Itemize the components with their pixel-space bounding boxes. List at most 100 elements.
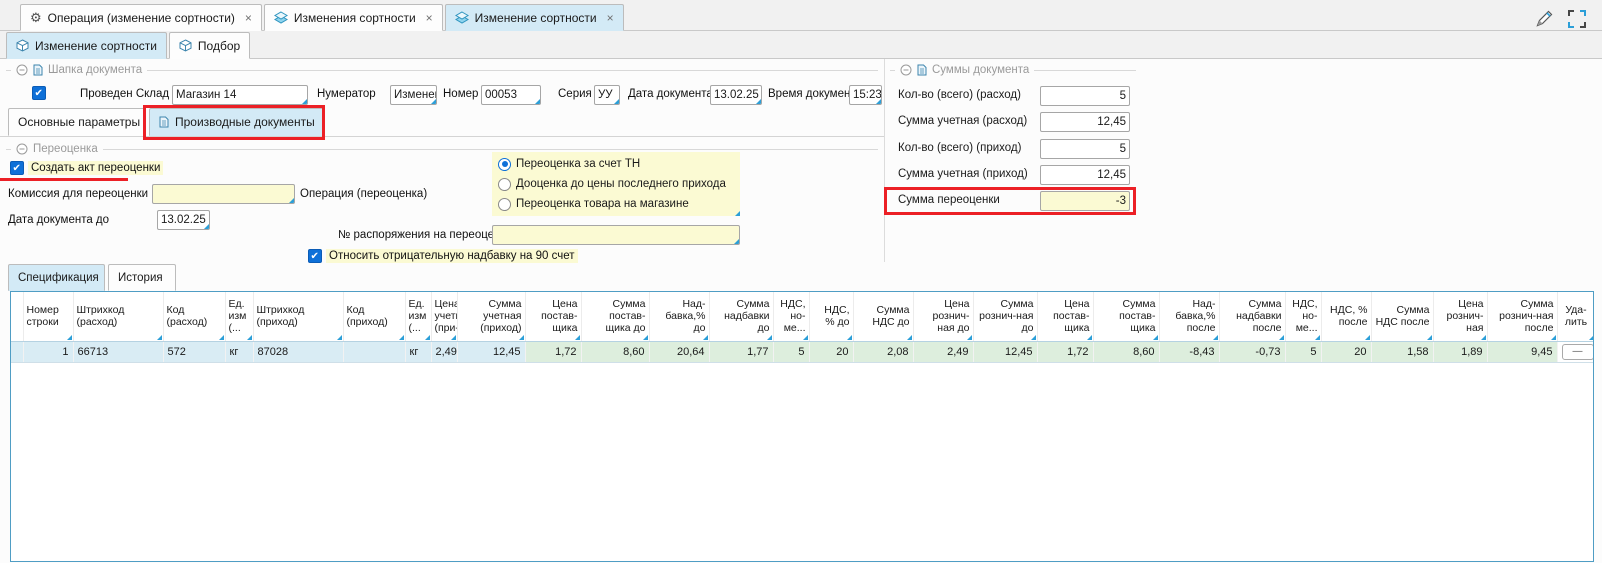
- grid-cell-13[interactable]: 1,77: [709, 341, 773, 362]
- grid-cell-20[interactable]: 8,60: [1093, 341, 1159, 362]
- sum-input[interactable]: 5: [1040, 86, 1130, 106]
- grid-cell-6[interactable]: [343, 341, 405, 362]
- summa-pereocenki-input[interactable]: -3: [1040, 191, 1130, 211]
- grid-cell-17[interactable]: 2,49: [913, 341, 973, 362]
- grid-cell-2[interactable]: 66713: [73, 341, 163, 362]
- grid-col-header-2[interactable]: Штрихкод (расход): [73, 292, 163, 341]
- grid-cell-18[interactable]: 12,45: [973, 341, 1037, 362]
- data-dokumenta-input[interactable]: 13.02.25: [710, 85, 762, 105]
- grid-col-header-8[interactable]: Цена учетная (при-: [431, 292, 457, 341]
- grid-cell-22[interactable]: -0,73: [1219, 341, 1285, 362]
- doc-tab-izmeneniya-sortnosti[interactable]: Изменения сортности ×: [264, 4, 443, 31]
- grid-col-header-11[interactable]: Сумма постав-щика до: [581, 292, 649, 341]
- grid-col-header-6[interactable]: Код (приход): [343, 292, 405, 341]
- tab-istoriya[interactable]: История: [108, 264, 176, 291]
- tab-osnovnye-parametry[interactable]: Основные параметры: [8, 108, 146, 136]
- grid-cell-24[interactable]: 20: [1321, 341, 1371, 362]
- grid-cell-8[interactable]: 2,49: [431, 341, 457, 362]
- grid-cell-14[interactable]: 5: [773, 341, 809, 362]
- tab-specifikaciya[interactable]: Спецификация: [8, 264, 105, 291]
- radio-icon[interactable]: [498, 178, 511, 191]
- nomer-input[interactable]: 00053: [481, 85, 541, 105]
- vremya-dokumenta-input[interactable]: 15:23: [849, 85, 882, 105]
- grid-cell-3[interactable]: 572: [163, 341, 225, 362]
- grid-cell-15[interactable]: 20: [809, 341, 853, 362]
- grid-cell-10[interactable]: 1,72: [525, 341, 581, 362]
- rasporyazhenie-input[interactable]: [492, 225, 740, 245]
- grid-col-header-1[interactable]: Номер строки: [23, 292, 73, 341]
- proveden-checkbox[interactable]: [32, 86, 46, 100]
- radio-option[interactable]: Переоценка товара на магазине: [498, 194, 734, 214]
- collapse-icon[interactable]: [16, 143, 28, 155]
- grid-cell-26[interactable]: 1,89: [1433, 341, 1487, 362]
- data-do-input[interactable]: 13.02.25: [157, 210, 210, 230]
- view-tab-podbor[interactable]: Подбор: [169, 32, 250, 59]
- collapse-icon[interactable]: [16, 64, 28, 76]
- tab-proizvodnye-dokumenty[interactable]: Производные документы: [149, 108, 325, 136]
- grid-cell-27[interactable]: 9,45: [1487, 341, 1557, 362]
- collapse-icon[interactable]: [900, 64, 912, 76]
- grid-col-header-24[interactable]: НДС, % после: [1321, 292, 1371, 341]
- grid-col-header-19[interactable]: Цена постав-щика: [1037, 292, 1093, 341]
- doc-tab-operaciya[interactable]: Операция (изменение сортности) ×: [20, 4, 262, 31]
- grid-col-header-16[interactable]: Сумма НДС до: [853, 292, 913, 341]
- grid-col-header-20[interactable]: Сумма постав-щика: [1093, 292, 1159, 341]
- grid-cell-9[interactable]: 12,45: [457, 341, 525, 362]
- sum-input[interactable]: 12,45: [1040, 112, 1130, 132]
- sum-input[interactable]: 5: [1040, 139, 1130, 159]
- grid-col-header-4[interactable]: Ед. изм (...: [225, 292, 253, 341]
- grid-col-header-27[interactable]: Сумма рознич-ная после: [1487, 292, 1557, 341]
- grid-col-header-26[interactable]: Цена рознич-ная: [1433, 292, 1487, 341]
- grid-cell-1[interactable]: 1: [23, 341, 73, 362]
- grid-col-header-10[interactable]: Цена постав-щика: [525, 292, 581, 341]
- grid-cell-12[interactable]: 20,64: [649, 341, 709, 362]
- grid-cell-7[interactable]: кг: [405, 341, 431, 362]
- sort-triangle-icon: [399, 335, 404, 340]
- grid-col-header-3[interactable]: Код (расход): [163, 292, 225, 341]
- sort-triangle-icon: [1153, 335, 1158, 340]
- grid-cell-25[interactable]: 1,58: [1371, 341, 1433, 362]
- grid-cell-28[interactable]: —: [1557, 341, 1594, 362]
- grid-col-header-23[interactable]: НДС, но-ме...: [1285, 292, 1321, 341]
- sum-input[interactable]: 12,45: [1040, 165, 1130, 185]
- view-tab-izmenenie-sortnosti[interactable]: Изменение сортности: [6, 32, 167, 59]
- edit-pencil-icon[interactable]: [1533, 7, 1556, 30]
- grid-col-header-5[interactable]: Штрихкод (приход): [253, 292, 343, 341]
- grid-col-header-12[interactable]: Над-бавка,% до: [649, 292, 709, 341]
- grid-col-header-7[interactable]: Ед. изм (...: [405, 292, 431, 341]
- grid-cell-0[interactable]: [11, 341, 23, 362]
- close-icon[interactable]: ×: [245, 12, 252, 24]
- grid-col-header-28[interactable]: Уда-лить: [1557, 292, 1594, 341]
- grid-col-header-15[interactable]: НДС, % до: [809, 292, 853, 341]
- grid-col-header-22[interactable]: Сумма надбавки после: [1219, 292, 1285, 341]
- otnosit-checkbox[interactable]: [308, 249, 322, 263]
- sklad-input[interactable]: Магазин 14: [172, 85, 308, 105]
- grid-cell-21[interactable]: -8,43: [1159, 341, 1219, 362]
- radio-option[interactable]: Дооценка до цены последнего прихода: [498, 174, 734, 194]
- grid-col-header-13[interactable]: Сумма надбавки до: [709, 292, 773, 341]
- grid-col-header-14[interactable]: НДС, но-ме...: [773, 292, 809, 341]
- doc-tab-izmenenie-sortnosti[interactable]: Изменение сортности ×: [445, 4, 624, 31]
- create-act-checkbox[interactable]: [10, 161, 24, 175]
- grid-col-header-18[interactable]: Сумма рознич-ная до: [973, 292, 1037, 341]
- grid-cell-5[interactable]: 87028: [253, 341, 343, 362]
- radio-icon[interactable]: [498, 158, 511, 171]
- grid-col-header-9[interactable]: Сумма учетная (приход): [457, 292, 525, 341]
- grid-col-header-17[interactable]: Цена рознич-ная до: [913, 292, 973, 341]
- radio-icon[interactable]: [498, 198, 511, 211]
- grid-cell-19[interactable]: 1,72: [1037, 341, 1093, 362]
- seriya-input[interactable]: УУ: [594, 85, 620, 105]
- grid-cell-11[interactable]: 8,60: [581, 341, 649, 362]
- close-icon[interactable]: ×: [426, 12, 433, 24]
- grid-col-header-25[interactable]: Сумма НДС после: [1371, 292, 1433, 341]
- komissiya-input[interactable]: [152, 184, 295, 204]
- numerator-input[interactable]: Изменен: [390, 85, 437, 105]
- grid-cell-23[interactable]: 5: [1285, 341, 1321, 362]
- radio-option[interactable]: Переоценка за счет ТН: [498, 154, 734, 174]
- delete-row-button[interactable]: —: [1562, 344, 1594, 360]
- close-icon[interactable]: ×: [607, 12, 614, 24]
- fullscreen-icon[interactable]: [1568, 10, 1586, 28]
- grid-cell-4[interactable]: кг: [225, 341, 253, 362]
- grid-col-header-21[interactable]: Над-бавка,% после: [1159, 292, 1219, 341]
- grid-cell-16[interactable]: 2,08: [853, 341, 913, 362]
